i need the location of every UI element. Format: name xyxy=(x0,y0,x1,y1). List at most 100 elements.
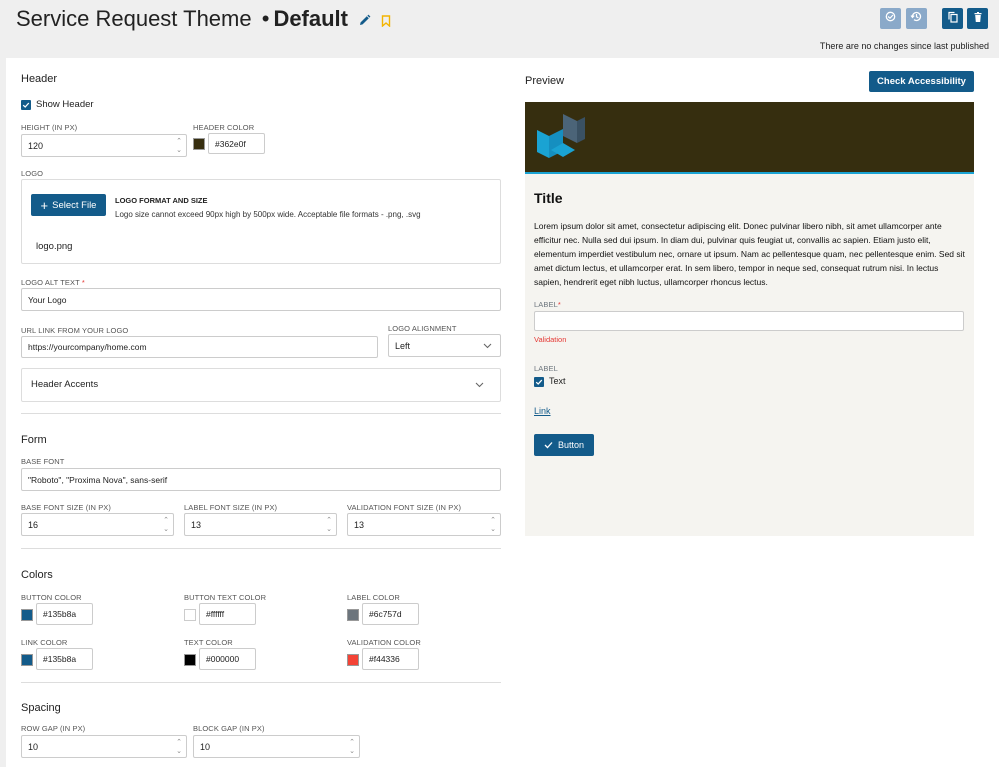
base-font-label: BASE FONT xyxy=(21,457,65,466)
alignment-select[interactable]: Left xyxy=(388,334,501,357)
label-color-swatch[interactable] xyxy=(347,609,359,621)
logo-label: LOGO xyxy=(21,169,44,178)
label-size-value: 13 xyxy=(191,519,202,530)
button-text-color-input[interactable]: #ffffff xyxy=(199,603,256,625)
text-color-input[interactable]: #000000 xyxy=(199,648,256,670)
preview-validation-text: Validation xyxy=(534,335,567,344)
check-icon xyxy=(535,379,543,385)
button-color-label: BUTTON COLOR xyxy=(21,593,82,602)
height-input[interactable]: 120 ⌃ ⌄ xyxy=(21,134,187,157)
url-value: https://yourcompany/home.com xyxy=(28,342,147,352)
header-section-title: Header xyxy=(21,73,58,85)
validation-color-swatch[interactable] xyxy=(347,654,359,666)
height-value: 120 xyxy=(28,140,44,151)
bookmark-icon[interactable] xyxy=(381,7,391,33)
header-color-input[interactable]: #362e0f xyxy=(208,133,265,154)
logo-alt-label-text: LOGO ALT TEXT xyxy=(21,278,80,287)
preview-button-label: Button xyxy=(557,440,585,450)
title-dot: • xyxy=(261,6,270,31)
block-gap-input[interactable]: 10 ⌃ ⌄ xyxy=(193,735,360,758)
header-color-swatch[interactable] xyxy=(193,138,205,150)
duplicate-button[interactable] xyxy=(942,8,963,29)
preview-heading: Title xyxy=(534,190,563,206)
label-size-stepper[interactable]: ⌃ ⌄ xyxy=(326,516,332,534)
link-color-input[interactable]: #135b8a xyxy=(36,648,93,670)
divider xyxy=(21,548,501,549)
check-icon xyxy=(544,442,553,449)
validation-color-input[interactable]: #f44336 xyxy=(362,648,419,670)
row-gap-input[interactable]: 10 ⌃ ⌄ xyxy=(21,735,187,758)
company-logo xyxy=(537,114,585,158)
chevron-down-icon xyxy=(475,382,484,388)
base-font-input[interactable]: "Roboto", "Proxima Nova", sans-serif xyxy=(21,468,501,491)
required-mark: * xyxy=(557,300,561,309)
validation-size-label: VALIDATION FONT SIZE (IN PX) xyxy=(347,503,462,512)
height-label: HEIGHT (IN PX) xyxy=(21,123,78,132)
page-title: Service Request Theme • Default xyxy=(16,6,391,33)
button-color-value: #135b8a xyxy=(43,609,77,619)
show-header-label: Show Header xyxy=(36,99,94,110)
preview-text-input[interactable] xyxy=(534,311,964,331)
button-color-swatch[interactable] xyxy=(21,609,33,621)
logo-format-description: Logo size cannot exceed 90px high by 500… xyxy=(115,210,421,219)
chevron-down-icon xyxy=(483,343,492,349)
plus-icon: + xyxy=(40,197,49,213)
base-size-stepper[interactable]: ⌃ ⌄ xyxy=(163,516,169,534)
button-text-color-swatch[interactable] xyxy=(184,609,196,621)
select-file-button[interactable]: + Select File xyxy=(31,194,106,216)
title-name: Default xyxy=(273,6,348,31)
link-color-swatch[interactable] xyxy=(21,654,33,666)
preview-body-text: Lorem ipsum dolor sit amet, consectetur … xyxy=(534,221,965,287)
preview-link[interactable]: Link xyxy=(534,406,551,416)
preview-pane: Title Lorem ipsum dolor sit amet, consec… xyxy=(525,102,974,536)
preview-checkbox[interactable] xyxy=(534,377,544,387)
label-size-input[interactable]: 13 ⌃ ⌄ xyxy=(184,513,337,536)
logo-format-title: LOGO FORMAT AND SIZE xyxy=(115,196,208,205)
logo-alt-label: LOGO ALT TEXT * xyxy=(21,278,85,287)
history-button[interactable] xyxy=(906,8,927,29)
preview-button[interactable]: Button xyxy=(534,434,594,456)
trash-icon xyxy=(972,10,984,28)
form-section-title: Form xyxy=(21,434,47,446)
text-color-value: #000000 xyxy=(206,654,240,664)
header-accents-label: Header Accents xyxy=(31,379,99,390)
row-gap-stepper[interactable]: ⌃ ⌄ xyxy=(176,738,182,756)
preview-header xyxy=(525,102,974,174)
sync-icon xyxy=(884,10,897,28)
label-size-label: LABEL FONT SIZE (IN PX) xyxy=(184,503,278,512)
preview-label-text: LABEL xyxy=(534,300,558,309)
title-prefix: Service Request Theme xyxy=(16,6,252,31)
publish-status: There are no changes since last publishe… xyxy=(819,41,989,51)
label-color-value: #6c757d xyxy=(369,609,402,619)
validation-color-value: #f44336 xyxy=(369,654,400,664)
required-mark: * xyxy=(81,278,85,287)
pencil-icon[interactable] xyxy=(358,7,371,33)
button-color-input[interactable]: #135b8a xyxy=(36,603,93,625)
base-size-value: 16 xyxy=(28,519,39,530)
link-color-label: LINK COLOR xyxy=(21,638,68,647)
link-color-value: #135b8a xyxy=(43,654,77,664)
delete-button[interactable] xyxy=(967,8,988,29)
sync-button[interactable] xyxy=(880,8,901,29)
block-gap-label: BLOCK GAP (IN PX) xyxy=(193,724,265,733)
logo-alt-input[interactable]: Your Logo xyxy=(21,288,501,311)
button-text-color-value: #ffffff xyxy=(206,609,225,619)
base-size-input[interactable]: 16 ⌃ ⌄ xyxy=(21,513,174,536)
header-accents-accordion[interactable]: Header Accents xyxy=(21,368,501,402)
base-size-label: BASE FONT SIZE (IN PX) xyxy=(21,503,111,512)
validation-size-stepper[interactable]: ⌃ ⌄ xyxy=(490,516,496,534)
top-bar: Service Request Theme • Default There are… xyxy=(0,0,999,58)
validation-size-input[interactable]: 13 ⌃ ⌄ xyxy=(347,513,501,536)
show-header-checkbox[interactable] xyxy=(21,100,31,110)
text-color-swatch[interactable] xyxy=(184,654,196,666)
label-color-label: LABEL COLOR xyxy=(347,593,400,602)
block-gap-stepper[interactable]: ⌃ ⌄ xyxy=(349,738,355,756)
label-color-input[interactable]: #6c757d xyxy=(362,603,419,625)
preview-label-required: LABEL* xyxy=(534,300,561,309)
header-color-value: #362e0f xyxy=(215,138,246,149)
check-accessibility-button[interactable]: Check Accessibility xyxy=(869,71,974,92)
url-input[interactable]: https://yourcompany/home.com xyxy=(21,336,378,358)
height-stepper[interactable]: ⌃ ⌄ xyxy=(176,137,182,155)
row-gap-label: ROW GAP (IN PX) xyxy=(21,724,86,733)
validation-size-value: 13 xyxy=(354,519,365,530)
